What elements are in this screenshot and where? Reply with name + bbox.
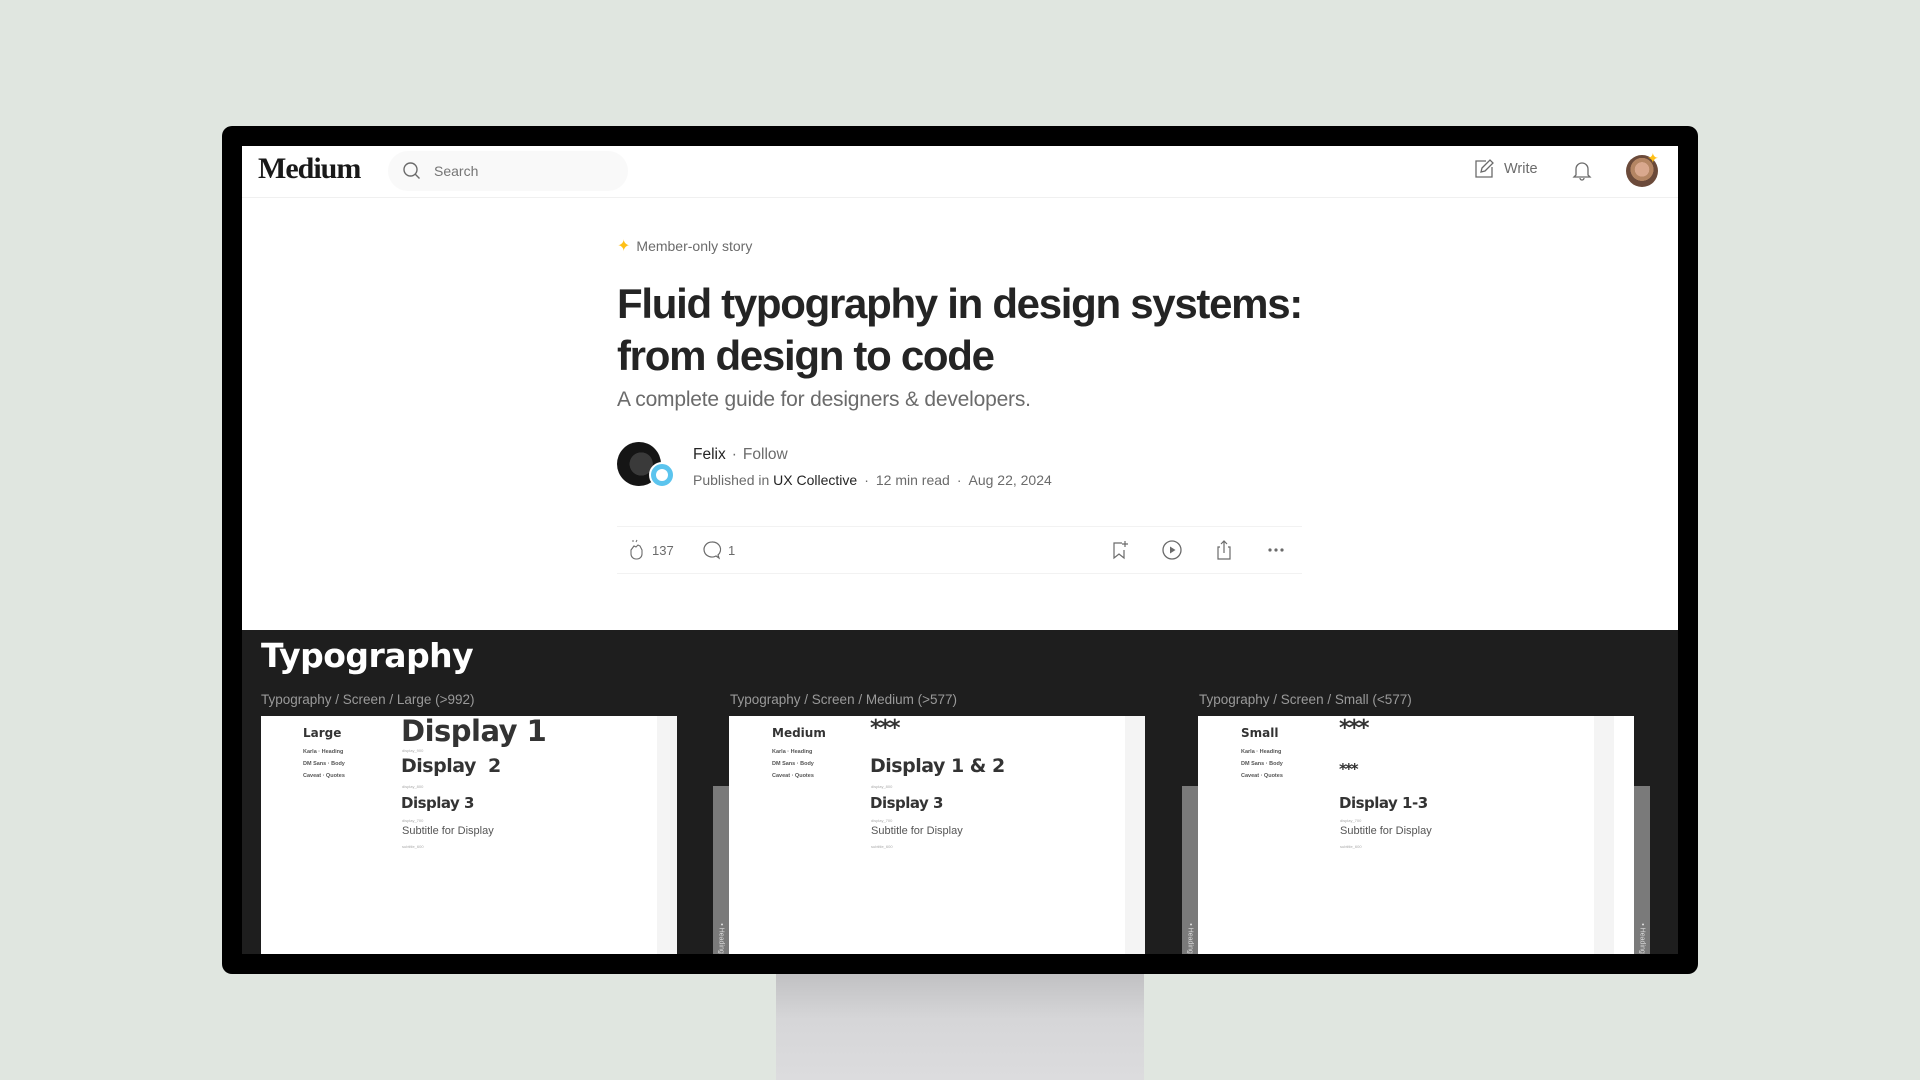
write-icon xyxy=(1475,159,1494,178)
panel-margin xyxy=(657,716,677,954)
notifications-button[interactable] xyxy=(1570,158,1594,187)
comment-count: 1 xyxy=(728,542,736,558)
clap-count: 137 xyxy=(652,542,674,558)
article-subtitle: A complete guide for designers & develop… xyxy=(617,388,1031,411)
star-icon: ✦ xyxy=(617,238,631,255)
separator: · xyxy=(956,472,962,488)
side-tab-label: • Heading xyxy=(1638,923,1646,954)
publish-date: Aug 22, 2024 xyxy=(968,472,1052,488)
font-item: Karla · Heading xyxy=(772,749,813,755)
author-name[interactable]: Felix xyxy=(693,446,726,464)
share-button[interactable] xyxy=(1213,539,1235,561)
style-token: display_900 xyxy=(402,748,424,753)
published-in-label: Published in xyxy=(693,472,770,488)
font-list: Karla · Heading DM Sans · Body Caveat · … xyxy=(772,746,814,782)
member-only-badge: ✦ Member-only story xyxy=(617,236,752,256)
member-only-label: Member-only story xyxy=(636,238,753,254)
bell-icon xyxy=(1572,162,1592,181)
play-icon xyxy=(1162,540,1182,560)
font-item: DM Sans · Body xyxy=(303,761,345,767)
placeholder-stars-large: *** xyxy=(1339,716,1369,741)
breadcrumb-medium: Typography / Screen / Medium (>577) xyxy=(730,692,957,707)
bookmark-add-icon xyxy=(1113,541,1128,560)
side-tab: • Heading xyxy=(713,786,729,954)
panel-label: Medium xyxy=(772,726,826,740)
save-button[interactable] xyxy=(1109,539,1131,561)
font-item: DM Sans · Body xyxy=(772,761,814,767)
font-item: Caveat · Quotes xyxy=(772,773,814,779)
figure-title: Typography xyxy=(261,636,474,675)
top-nav: Medium Write xyxy=(242,146,1678,198)
follow-button[interactable]: Follow xyxy=(743,446,788,464)
typography-figure: Typography Typography / Screen / Large (… xyxy=(242,630,1678,954)
meta-line: Published in UX Collective · 12 min read… xyxy=(693,472,1052,488)
side-tab-label: • Heading xyxy=(717,923,725,954)
publication-avatar[interactable] xyxy=(649,462,675,488)
font-item: Caveat · Quotes xyxy=(1241,773,1283,779)
style-token: subtitle_600 xyxy=(402,844,424,849)
share-icon xyxy=(1217,540,1231,560)
write-button[interactable]: Write xyxy=(1473,158,1538,180)
style-token: display_700 xyxy=(402,818,424,823)
style-token: display_700 xyxy=(1340,818,1362,823)
font-item: DM Sans · Body xyxy=(1241,761,1283,767)
style-token: display_700 xyxy=(871,818,893,823)
breadcrumb-large: Typography / Screen / Large (>992) xyxy=(261,692,475,707)
style-subtitle: Subtitle for Display xyxy=(402,825,494,837)
monitor-stand xyxy=(776,970,1144,1080)
font-item: Karla · Heading xyxy=(1241,749,1282,755)
breadcrumb-small: Typography / Screen / Small (<577) xyxy=(1199,692,1412,707)
more-icon xyxy=(1268,548,1284,552)
search-input[interactable] xyxy=(434,163,594,179)
style-subtitle: Subtitle for Display xyxy=(1340,825,1432,837)
panel-label: Small xyxy=(1241,726,1279,740)
publication-link[interactable]: UX Collective xyxy=(773,472,857,488)
side-tab: • Heading xyxy=(1182,786,1198,954)
clap-icon xyxy=(630,539,643,560)
more-button[interactable] xyxy=(1265,539,1287,561)
listen-button[interactable] xyxy=(1161,539,1183,561)
side-tab: • Heading xyxy=(1634,786,1650,954)
separator: · xyxy=(864,472,869,488)
style-display-3: Display 3 xyxy=(401,794,475,812)
search-icon xyxy=(403,162,420,179)
browser-screen: Medium Write xyxy=(242,146,1678,954)
panel-margin xyxy=(1125,716,1145,954)
style-token: display_800 xyxy=(402,784,424,789)
polar-bear-icon xyxy=(656,469,668,481)
separator: · xyxy=(731,446,737,463)
panel-label: Large xyxy=(303,726,342,740)
style-token: display_800 xyxy=(871,784,893,789)
comment-button[interactable]: 1 xyxy=(701,539,735,561)
style-display-3: Display 3 xyxy=(870,794,944,812)
write-label: Write xyxy=(1504,161,1538,177)
side-tab-label: • Heading xyxy=(1186,923,1194,954)
placeholder-stars: *** xyxy=(870,716,900,741)
read-time: 12 min read xyxy=(875,472,950,488)
action-bar: 137 1 xyxy=(617,526,1302,574)
medium-logo[interactable]: Medium xyxy=(258,152,361,186)
article-title: Fluid typography in design systems: from… xyxy=(617,280,1303,379)
style-subtitle: Subtitle for Display xyxy=(871,825,963,837)
style-display-2: Display 2 xyxy=(401,755,501,777)
clap-button[interactable]: 137 xyxy=(625,539,674,561)
style-display-1: Display 1 xyxy=(401,714,547,748)
style-token: subtitle_600 xyxy=(1340,844,1362,849)
font-list: Karla · Heading DM Sans · Body Caveat · … xyxy=(1241,746,1283,782)
search-bar[interactable] xyxy=(388,151,628,191)
author-line: Felix · Follow xyxy=(693,446,788,464)
font-item: Karla · Heading xyxy=(303,749,344,755)
comment-icon xyxy=(703,541,722,560)
member-star-icon: ✦ xyxy=(1647,150,1659,166)
monitor-frame: Medium Write xyxy=(222,126,1698,974)
font-list: Karla · Heading DM Sans · Body Caveat · … xyxy=(303,746,345,782)
panel-margin xyxy=(1594,716,1614,954)
style-display-1-2: Display 1 & 2 xyxy=(870,755,1005,777)
font-item: Caveat · Quotes xyxy=(303,773,345,779)
style-display-1-3: Display 1-3 xyxy=(1339,794,1428,812)
style-token: subtitle_600 xyxy=(871,844,893,849)
placeholder-stars-small: *** xyxy=(1339,760,1358,778)
